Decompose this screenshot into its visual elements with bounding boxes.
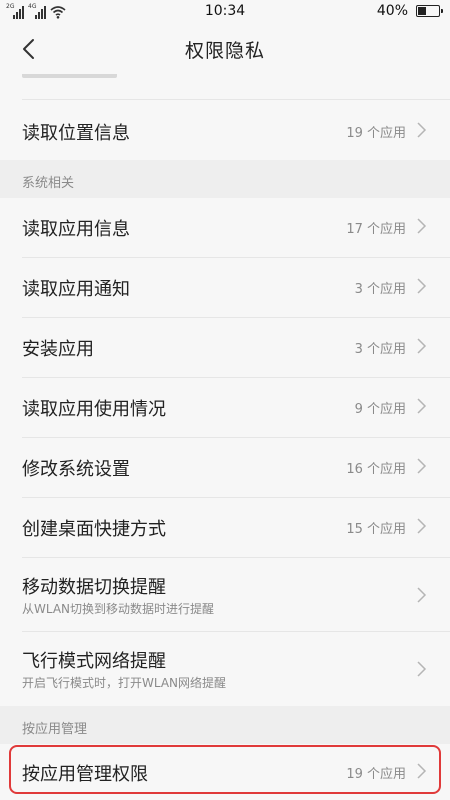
app-count: 3 个应用 — [354, 282, 406, 297]
chevron-right-icon — [417, 278, 427, 294]
list-item-label: 安装应用 — [22, 339, 94, 360]
list-item-partial[interactable] — [0, 74, 450, 100]
chevron-right-icon — [417, 661, 427, 677]
chevron-right-icon — [417, 122, 427, 138]
chevron-right-icon — [417, 398, 427, 414]
list-item-location[interactable]: 读取位置信息 19 个应用 — [0, 100, 450, 160]
section-header-by-app: 按应用管理 — [0, 706, 450, 744]
list-item-label: 移动数据切换提醒 — [22, 577, 166, 598]
list-item-shortcuts[interactable]: 创建桌面快捷方式 15 个应用 — [0, 498, 450, 558]
status-bar: 2G 4G 10:34 40% — [0, 0, 450, 24]
list-item-app-info[interactable]: 读取应用信息 17 个应用 — [0, 198, 450, 258]
list-item-airplane-reminder[interactable]: 飞行模式网络提醒 开启飞行模式时，打开WLAN网络提醒 — [0, 632, 450, 706]
list-item-label: 读取位置信息 — [22, 123, 130, 144]
section-header-system: 系统相关 — [0, 160, 450, 198]
chevron-right-icon — [417, 518, 427, 534]
list-item-label: 读取应用信息 — [22, 219, 130, 240]
chevron-right-icon — [417, 587, 427, 603]
app-count: 3 个应用 — [354, 342, 406, 357]
list-item-subtitle: 开启飞行模式时，打开WLAN网络提醒 — [22, 676, 227, 690]
app-count: 19 个应用 — [346, 126, 406, 141]
list-item-label: 读取应用使用情况 — [22, 399, 166, 420]
chevron-right-icon — [417, 338, 427, 354]
chevron-right-icon — [417, 218, 427, 234]
clipped-label — [22, 74, 117, 78]
list-item-app-usage[interactable]: 读取应用使用情况 9 个应用 — [0, 378, 450, 438]
list-item-subtitle: 从WLAN切换到移动数据时进行提醒 — [22, 602, 215, 616]
battery-percent: 40% — [376, 3, 408, 19]
list-item-label: 飞行模式网络提醒 — [22, 651, 166, 672]
app-count: 17 个应用 — [346, 222, 406, 237]
app-count: 9 个应用 — [354, 402, 406, 417]
app-count: 16 个应用 — [346, 462, 406, 477]
list-item-modify-settings[interactable]: 修改系统设置 16 个应用 — [0, 438, 450, 498]
chevron-right-icon — [417, 458, 427, 474]
chevron-right-icon — [417, 763, 427, 779]
list-item-label: 创建桌面快捷方式 — [22, 519, 166, 540]
list-item-mobile-data-reminder[interactable]: 移动数据切换提醒 从WLAN切换到移动数据时进行提醒 — [0, 558, 450, 632]
list-item-manage-by-app[interactable]: 按应用管理权限 19 个应用 — [0, 744, 450, 800]
app-count: 19 个应用 — [346, 767, 406, 782]
list-item-label: 读取应用通知 — [22, 279, 130, 300]
list-item-install-apps[interactable]: 安装应用 3 个应用 — [0, 318, 450, 378]
list-item-app-notifications[interactable]: 读取应用通知 3 个应用 — [0, 258, 450, 318]
page-title: 权限隐私 — [184, 40, 265, 62]
app-count: 15 个应用 — [346, 522, 406, 537]
battery-icon — [416, 5, 443, 17]
settings-list[interactable]: 读取位置信息 19 个应用 系统相关 读取应用信息 17 个应用 读取应用通知 … — [0, 74, 450, 800]
nav-bar: 权限隐私 — [0, 24, 450, 74]
list-item-label: 修改系统设置 — [22, 459, 130, 480]
list-item-label: 按应用管理权限 — [22, 764, 148, 785]
